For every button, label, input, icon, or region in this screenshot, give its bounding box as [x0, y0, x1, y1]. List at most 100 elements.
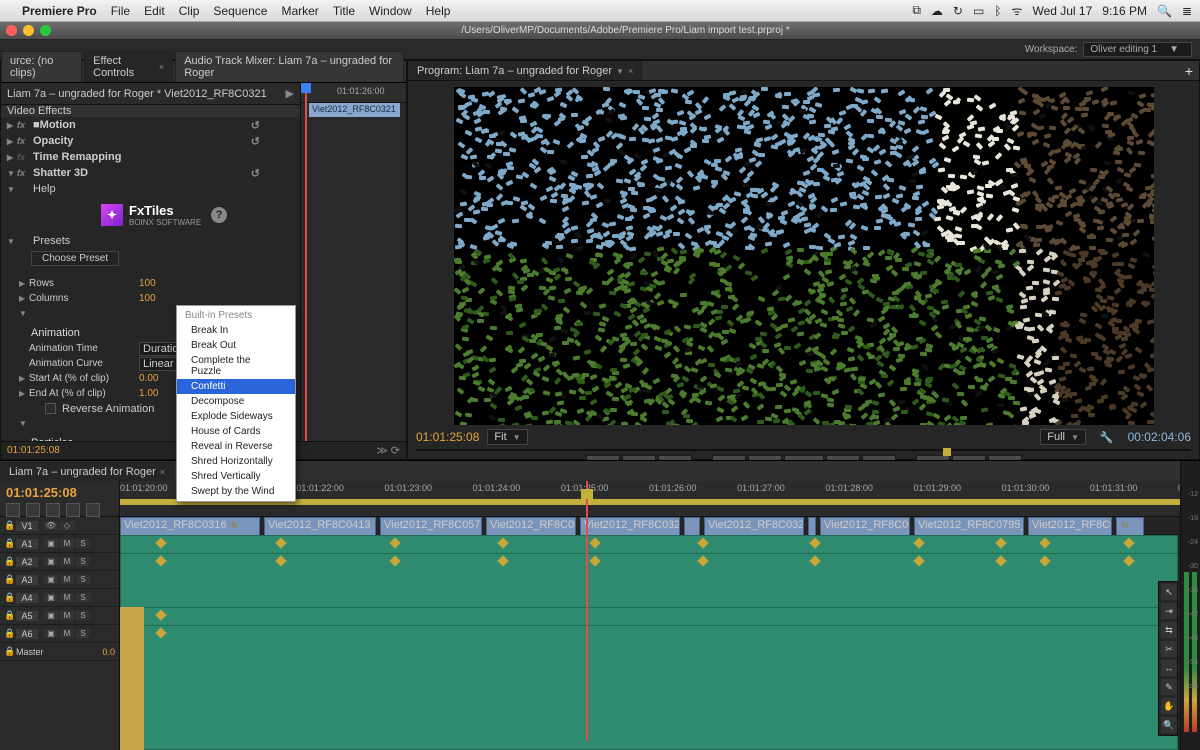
target-icon[interactable]: ▣ [44, 557, 58, 566]
twirl-icon[interactable]: ▼ [7, 169, 17, 178]
twirl-icon[interactable]: ▼ [7, 185, 17, 194]
solo-button[interactable]: S [76, 557, 90, 566]
prop-value[interactable]: 100 [139, 293, 156, 304]
solo-button[interactable]: S [76, 539, 90, 548]
pen-tool[interactable]: ✎ [1161, 679, 1177, 695]
cloud-icon[interactable]: ☁ [931, 4, 943, 18]
settings-button[interactable] [66, 503, 80, 517]
preset-item[interactable]: Complete the Puzzle [177, 353, 295, 379]
zoom-select[interactable]: Fit▼ [487, 429, 527, 445]
track-id[interactable]: A2 [16, 557, 38, 567]
twirl-icon[interactable]: ▶ [19, 389, 29, 398]
keyframe-icon[interactable] [697, 537, 708, 548]
fx-badge-icon[interactable]: fx [17, 120, 33, 130]
notifications-icon[interactable]: ≣ [1182, 4, 1192, 18]
solo-button[interactable]: S [76, 611, 90, 620]
twirl-icon[interactable]: ▶ [7, 121, 17, 130]
keyframe-icon[interactable] [155, 537, 166, 548]
tab-source[interactable]: urce: (no clips) [1, 51, 82, 82]
master-value[interactable]: 0.0 [102, 647, 115, 657]
dropbox-icon[interactable]: ⧉ [912, 3, 921, 18]
snap-button[interactable] [6, 503, 20, 517]
prop-value[interactable]: 100 [139, 278, 156, 289]
track-id[interactable]: A4 [16, 593, 38, 603]
timeline-tc[interactable]: 01:01:25:08 [6, 485, 113, 500]
ripple-tool[interactable]: ⇆ [1161, 622, 1177, 638]
keyframe-icon[interactable] [809, 537, 820, 548]
keyframe-icon[interactable] [497, 555, 508, 566]
effect-time-remap[interactable]: ▶fxTime Remapping [1, 149, 300, 165]
mute-button[interactable]: M [60, 629, 74, 638]
markers-button[interactable] [46, 503, 60, 517]
reset-icon[interactable]: ↺ [251, 167, 260, 180]
lock-icon[interactable]: 🔒 [4, 646, 16, 657]
solo-button[interactable]: S [76, 593, 90, 602]
choose-preset-button[interactable]: Choose Preset [31, 251, 119, 266]
track-select-tool[interactable]: ⇥ [1161, 603, 1177, 619]
keyframe-icon[interactable] [497, 537, 508, 548]
preset-item[interactable]: Swept by the Wind [177, 484, 295, 499]
keyframe-icon[interactable] [1123, 555, 1134, 566]
lock-icon[interactable]: 🔒 [4, 628, 16, 639]
eye-icon[interactable]: 👁 [44, 521, 58, 530]
track-id[interactable]: V1 [16, 521, 38, 531]
prop-columns[interactable]: ▶Columns100 [19, 291, 294, 306]
track-id[interactable]: A6 [16, 629, 38, 639]
keyframe-icon[interactable] [809, 555, 820, 566]
track-id[interactable]: A1 [16, 539, 38, 549]
chevron-right-icon[interactable]: ▶ [286, 87, 294, 100]
program-canvas[interactable] [454, 87, 1154, 425]
target-icon[interactable]: ▣ [44, 593, 58, 602]
close-icon[interactable]: × [160, 467, 165, 477]
tab-audio-mixer[interactable]: Audio Track Mixer: Liam 7a – ungraded fo… [175, 51, 404, 82]
zoom-button[interactable] [40, 25, 51, 36]
keyframe-icon[interactable] [155, 627, 166, 638]
lock-icon[interactable]: 🔒 [4, 556, 16, 567]
scrub-playhead-icon[interactable] [943, 448, 951, 456]
help-icon[interactable]: ? [211, 207, 227, 223]
audio-clip[interactable] [120, 625, 1178, 750]
preset-item[interactable]: Explode Sideways [177, 409, 295, 424]
display-icon[interactable]: ▭ [973, 4, 984, 18]
track-header-a3[interactable]: 🔒A3▣MS [0, 571, 119, 589]
keyframe-icon[interactable] [155, 609, 166, 620]
keyframe-icon[interactable] [1123, 537, 1134, 548]
mute-button[interactable]: M [60, 539, 74, 548]
wrench-icon[interactable]: 🔧 [1100, 431, 1114, 444]
tracks-area[interactable]: Viet2012_RF8C0316 fxViet2012_RF8C0413 fx… [120, 517, 1200, 750]
hand-tool[interactable]: ✋ [1161, 698, 1177, 714]
track-header-a2[interactable]: 🔒A2 ▣MS [0, 553, 119, 571]
keyframe-icon[interactable] [275, 555, 286, 566]
fx-badge-icon[interactable]: fx [17, 136, 33, 146]
chevron-down-icon[interactable]: ▼ [616, 67, 624, 76]
effect-motion[interactable]: ▶fx■ Motion↺ [1, 117, 300, 133]
selection-tool[interactable]: ↖ [1161, 584, 1177, 600]
menu-title[interactable]: Title [333, 4, 355, 18]
close-icon[interactable]: × [159, 62, 164, 72]
twirl-icon[interactable]: ▼ [7, 237, 17, 246]
track-header-a6[interactable]: 🔒A6▣MS [0, 625, 119, 643]
track-header-a5[interactable]: 🔒A5▣MS [0, 607, 119, 625]
tab-effect-controls[interactable]: Effect Controls× [84, 51, 173, 82]
keyframe-icon[interactable] [697, 555, 708, 566]
prop-rows[interactable]: ▶Rows100 [19, 276, 294, 291]
prop-value[interactable]: 0.00 [139, 373, 158, 384]
track-header-master[interactable]: 🔒Master0.0 [0, 643, 119, 661]
add-button[interactable]: + [1185, 63, 1193, 79]
slip-tool[interactable]: ↔ [1161, 660, 1177, 676]
razor-tool[interactable]: ✂ [1161, 641, 1177, 657]
track-header-a1[interactable]: 🔒A1▣MS [0, 535, 119, 553]
preset-item[interactable]: Shred Vertically [177, 469, 295, 484]
program-scrub-bar[interactable] [416, 449, 1191, 451]
app-name[interactable]: Premiere Pro [22, 4, 97, 18]
mute-button[interactable]: M [60, 557, 74, 566]
mute-button[interactable]: M [60, 611, 74, 620]
target-icon[interactable]: ▣ [44, 611, 58, 620]
twirl-icon[interactable]: ▶ [19, 294, 29, 303]
mute-button[interactable]: M [60, 593, 74, 602]
close-icon[interactable]: × [628, 66, 633, 76]
keyframe-icon[interactable] [275, 537, 286, 548]
prop-value[interactable]: 1.00 [139, 388, 158, 399]
target-icon[interactable]: ▣ [44, 575, 58, 584]
preset-item[interactable]: Reveal in Reverse [177, 439, 295, 454]
